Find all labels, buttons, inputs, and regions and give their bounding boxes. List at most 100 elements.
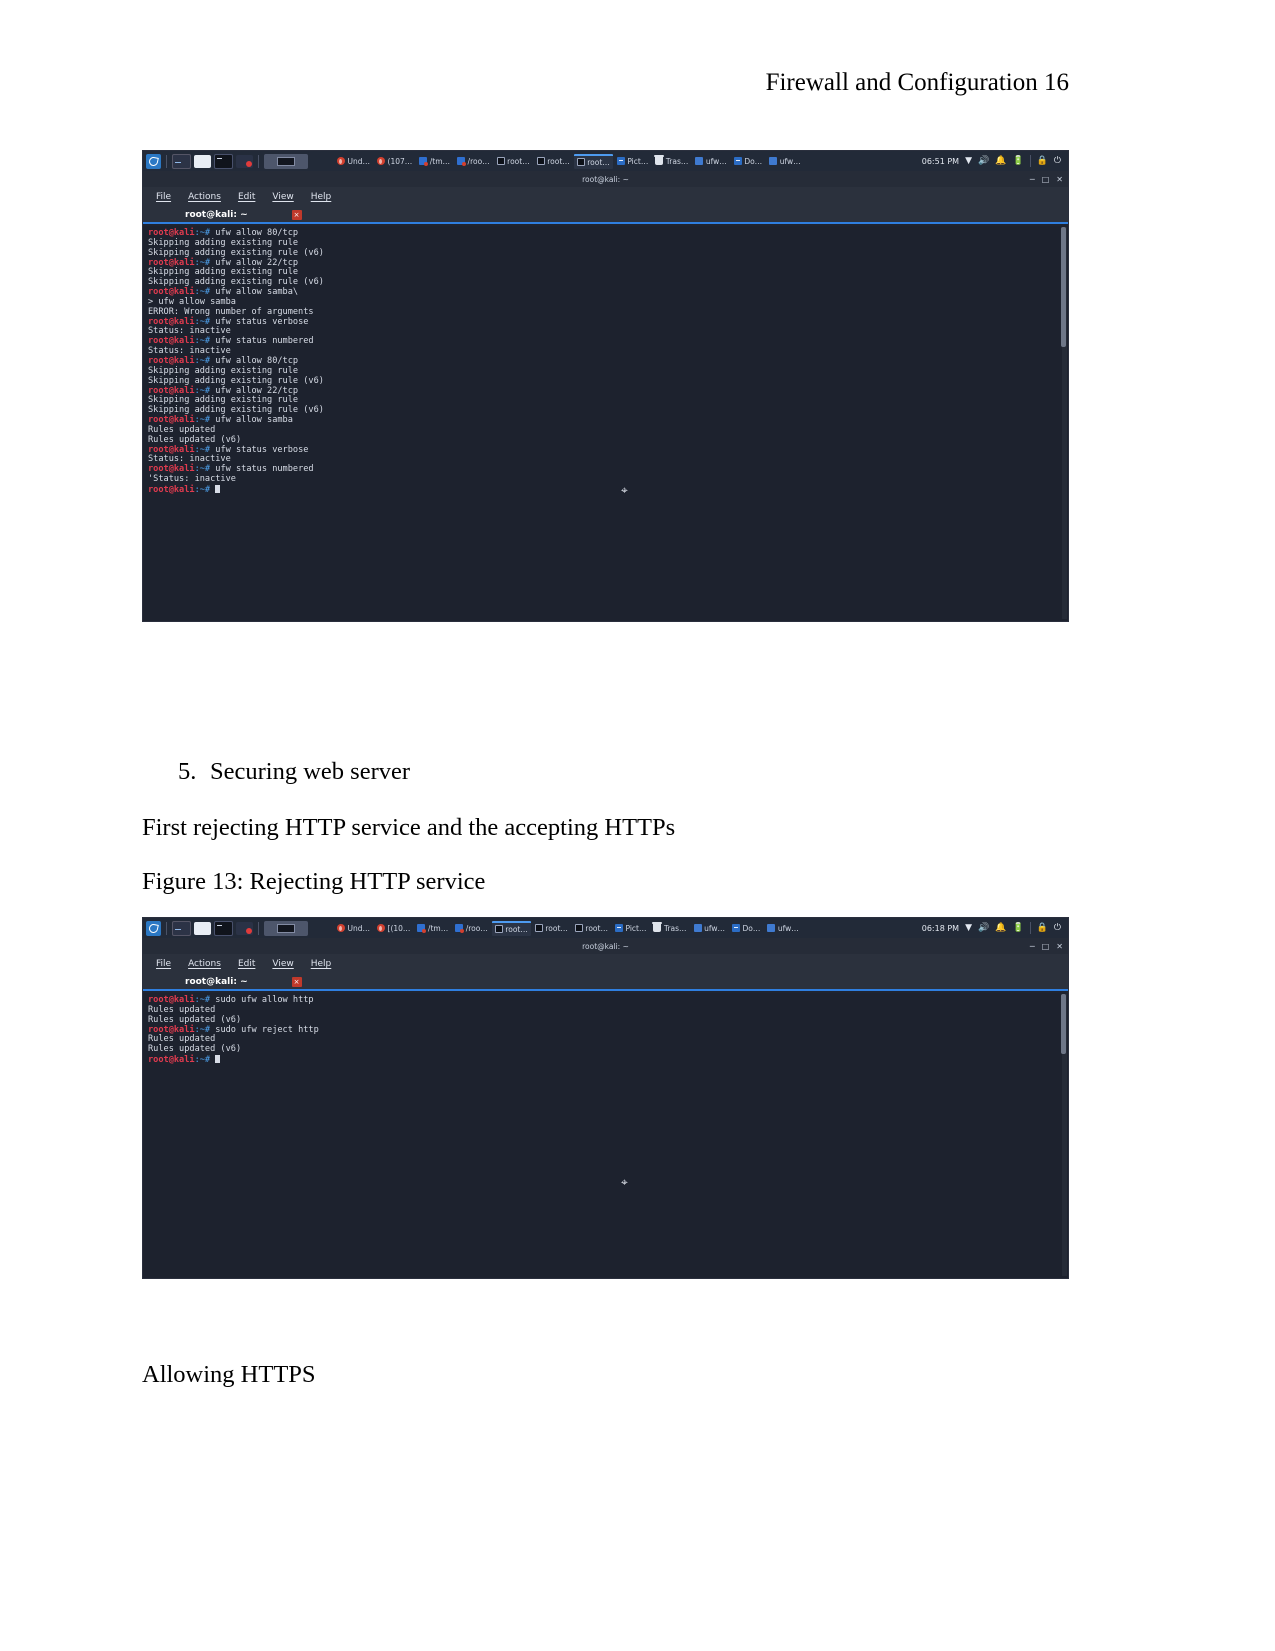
terminal-line: root@kali:~#: [148, 1055, 1068, 1066]
menu-help[interactable]: Help: [311, 959, 332, 969]
burp-launcher-icon[interactable]: [236, 921, 253, 935]
prompt-user: root@kali: [148, 415, 195, 426]
files-launcher-icon[interactable]: [194, 154, 211, 168]
taskbar-item[interactable]: root…: [494, 155, 533, 168]
burp-launcher-icon[interactable]: [236, 154, 253, 168]
kali-dragon-logo[interactable]: [146, 920, 161, 936]
taskbar-item[interactable]: root…: [573, 153, 613, 169]
taskbar-item[interactable]: Pict…: [614, 155, 652, 168]
scrollbar-thumb[interactable]: [1061, 227, 1066, 347]
power-icon[interactable]: ⏻: [1054, 156, 1061, 166]
tab-root-kali[interactable]: root@kali: ~: [185, 210, 248, 220]
menu-edit[interactable]: Edit: [238, 959, 255, 969]
menu-view[interactable]: View: [272, 959, 293, 969]
taskbar-item[interactable]: /roo…: [454, 155, 493, 168]
terminal-blue-icon: [614, 924, 623, 932]
battery-icon[interactable]: 🔋: [1012, 156, 1023, 166]
window-controls: ─ □ ✕: [1030, 938, 1063, 954]
clock[interactable]: 06:18 PM: [922, 924, 959, 933]
taskbar-item[interactable]: /roo…: [452, 922, 491, 935]
taskbar-item[interactable]: ufw…: [691, 922, 728, 935]
menu-file[interactable]: File: [156, 192, 171, 202]
power-icon[interactable]: ⏻: [1054, 923, 1061, 933]
tab-close-icon[interactable]: ×: [291, 209, 302, 220]
maximize-icon[interactable]: □: [1042, 175, 1050, 184]
taskbar-item[interactable]: Do…: [731, 155, 765, 168]
menu-edit[interactable]: Edit: [238, 192, 255, 202]
tab-close-icon[interactable]: ×: [291, 976, 302, 987]
taskbar-item[interactable]: Tras…: [650, 922, 689, 935]
chevron-down-icon[interactable]: ▼: [965, 923, 972, 933]
taskbar-item[interactable]: Und…: [334, 922, 373, 935]
terminal-icon: [536, 157, 545, 165]
window-title: root@kali: ~: [143, 938, 1068, 954]
volume-icon[interactable]: 🔊: [978, 156, 989, 166]
taskbar-item[interactable]: Und…: [334, 155, 373, 168]
minimize-icon[interactable]: ─: [1030, 942, 1035, 951]
terminal-black-launcher-icon[interactable]: [214, 153, 233, 169]
volume-icon[interactable]: 🔊: [978, 923, 989, 933]
taskbar-item[interactable]: /tm…: [416, 155, 453, 168]
taskbar-item-label: ufw…: [779, 156, 801, 166]
prompt-user: root@kali: [148, 257, 195, 268]
terminal-launcher-icon[interactable]: [172, 153, 191, 169]
taskbar-item[interactable]: Tras…: [652, 155, 691, 168]
taskbar-item[interactable]: /tm…: [414, 922, 451, 935]
terminal-command: sudo ufw reject http: [210, 1024, 319, 1035]
taskbar-item[interactable]: ufw…: [764, 922, 801, 935]
taskbar-item[interactable]: ufw…: [692, 155, 729, 168]
bell-icon[interactable]: 🔔: [995, 923, 1006, 933]
terminal-output-line: Rules updated: [148, 1004, 216, 1015]
taskbar-item[interactable]: (107…: [374, 155, 415, 168]
maximize-icon[interactable]: □: [1042, 942, 1050, 951]
menu-view[interactable]: View: [272, 192, 293, 202]
menu-actions[interactable]: Actions: [188, 192, 221, 202]
active-window-button[interactable]: [264, 153, 308, 169]
files-launcher-icon[interactable]: [194, 921, 211, 935]
taskbar-item[interactable]: ufw…: [766, 155, 803, 168]
taskbar-item-label: Und…: [347, 156, 371, 166]
taskbar-item[interactable]: root…: [532, 922, 571, 935]
taskbar-item-label: ufw…: [705, 156, 727, 166]
prompt-user: root@kali: [148, 287, 195, 298]
active-window-button[interactable]: [264, 920, 308, 936]
scrollbar-thumb[interactable]: [1061, 994, 1066, 1054]
clock[interactable]: 06:51 PM: [922, 157, 959, 166]
menu-file[interactable]: File: [156, 959, 171, 969]
menu-actions[interactable]: Actions: [188, 959, 221, 969]
close-icon[interactable]: ✕: [1056, 942, 1063, 951]
prompt-tail: :~#: [194, 336, 211, 347]
taskbar-item-label: Und…: [347, 923, 371, 933]
taskbar-item[interactable]: Pict…: [612, 922, 650, 935]
terminal-command: ufw status verbose: [210, 444, 309, 455]
file-manager-icon: [417, 924, 427, 933]
kali-dragon-logo[interactable]: [146, 153, 161, 169]
terminal-icon: [494, 925, 503, 933]
terminal-scrollbar[interactable]: [1061, 227, 1067, 619]
terminal-black-launcher-icon[interactable]: [214, 920, 233, 936]
taskbar-item[interactable]: root…: [534, 155, 573, 168]
taskbar-item[interactable]: [(10…: [374, 922, 413, 935]
lock-icon[interactable]: 🔒: [1037, 156, 1048, 166]
terminal-launcher-icon[interactable]: [172, 920, 191, 936]
taskbar-item[interactable]: Do…: [729, 922, 763, 935]
document-icon: [769, 157, 778, 165]
lock-icon[interactable]: 🔒: [1037, 923, 1048, 933]
figure-screenshot-ufw-status: Und… (107… /tm… /roo… root… root… root… Pict… Tr…: [142, 150, 1069, 622]
chevron-down-icon[interactable]: ▼: [965, 156, 972, 166]
terminal-output[interactable]: root@kali:~# sudo ufw allow http Rules up…: [143, 993, 1068, 1278]
terminal-blue-icon: [731, 924, 740, 932]
taskbar-item[interactable]: root…: [491, 920, 531, 936]
tab-root-kali[interactable]: root@kali: ~: [185, 977, 248, 987]
battery-icon[interactable]: 🔋: [1012, 923, 1023, 933]
minimize-icon[interactable]: ─: [1030, 175, 1035, 184]
menu-help[interactable]: Help: [311, 192, 332, 202]
taskbar-item[interactable]: root…: [572, 922, 611, 935]
terminal-scrollbar[interactable]: [1061, 994, 1067, 1276]
terminal-line: root@kali:~# ufw status numbered: [148, 464, 1068, 475]
bell-icon[interactable]: 🔔: [995, 156, 1006, 166]
close-icon[interactable]: ✕: [1056, 175, 1063, 184]
taskbar-window-list: Und… (107… /tm… /roo… root… root… root… Pict… Tr…: [334, 153, 922, 169]
terminal-output[interactable]: root@kali:~# ufw allow 80/tcp Skipping ad…: [143, 226, 1068, 621]
taskbar-item-label: Do…: [742, 923, 761, 933]
